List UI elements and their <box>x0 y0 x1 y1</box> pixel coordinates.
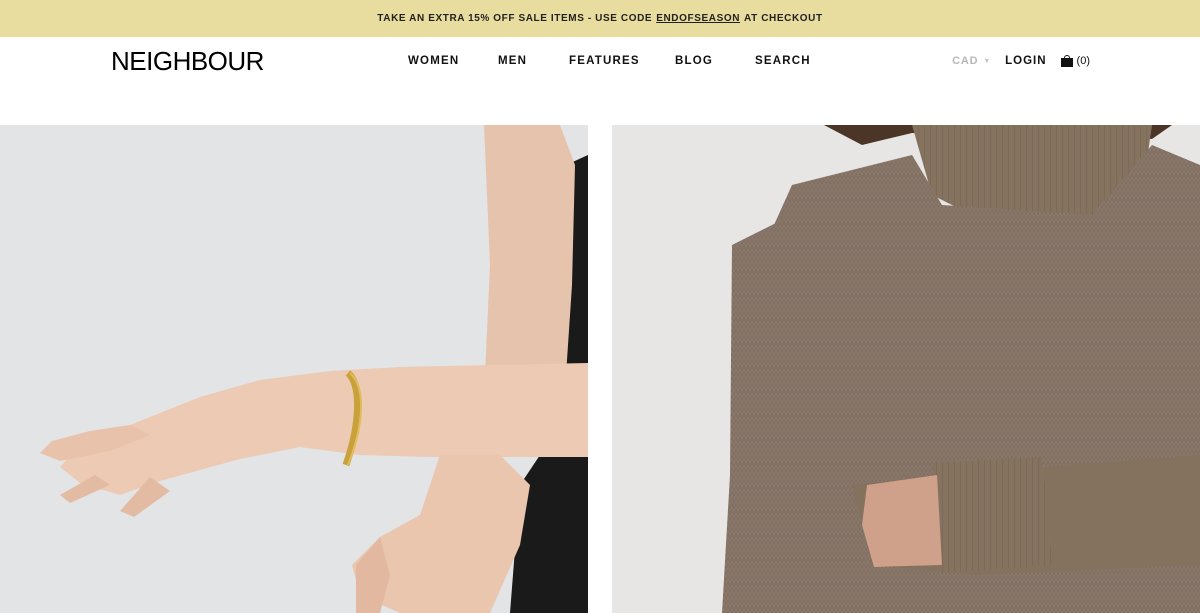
promo-text-after: AT CHECKOUT <box>744 13 823 24</box>
site-header: NEIGHBOUR WOMEN MEN FEATURES BLOG SEARCH… <box>0 37 1200 125</box>
nav-search[interactable]: SEARCH <box>755 55 811 67</box>
chevron-down-icon: ▼ <box>983 57 992 65</box>
nav-women[interactable]: WOMEN <box>408 55 459 67</box>
bracelet-photo <box>0 125 588 613</box>
hero-image-bracelet[interactable] <box>0 125 588 613</box>
login-link[interactable]: LOGIN <box>1005 55 1046 67</box>
cart-count: (0) <box>1076 55 1090 67</box>
promo-code-link[interactable]: ENDOFSEASON <box>656 13 740 24</box>
sweater-photo <box>612 125 1200 613</box>
promo-text-before: TAKE AN EXTRA 15% OFF SALE ITEMS - USE C… <box>377 13 653 24</box>
hero-image-sweater[interactable] <box>612 125 1200 613</box>
currency-label: CAD <box>952 55 979 67</box>
nav-features[interactable]: FEATURES <box>569 55 640 67</box>
shopping-bag-icon <box>1060 55 1073 67</box>
header-utilities: CAD ▼ LOGIN (0) <box>952 55 1090 67</box>
promo-banner: TAKE AN EXTRA 15% OFF SALE ITEMS - USE C… <box>0 0 1200 37</box>
currency-select[interactable]: CAD ▼ <box>952 55 991 67</box>
hero-panels <box>0 125 1200 613</box>
nav-men[interactable]: MEN <box>498 55 527 67</box>
nav-blog[interactable]: BLOG <box>675 55 713 67</box>
cart-button[interactable]: (0) <box>1060 55 1090 67</box>
